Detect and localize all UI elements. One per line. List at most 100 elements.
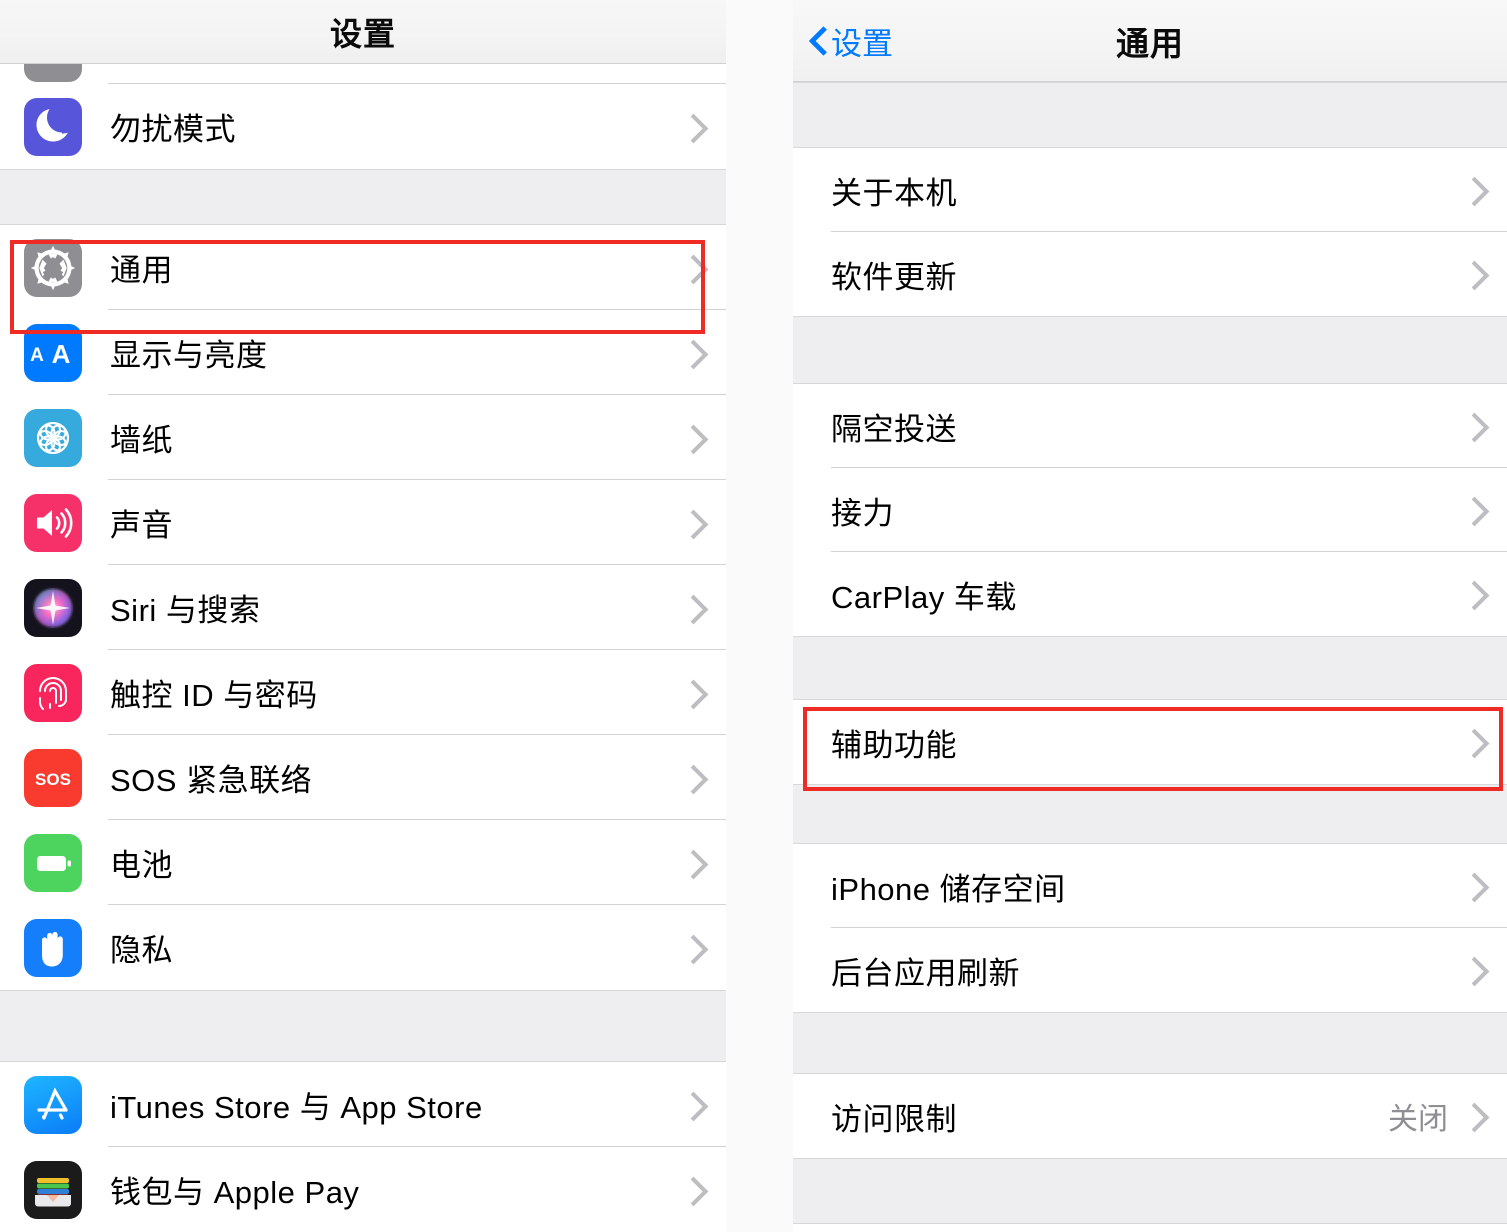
settings-row-itunes-app-store[interactable]: iTunes Store 与 App Store <box>0 1062 726 1147</box>
chevron-right-icon <box>1464 955 1481 985</box>
app-store-icon <box>24 1075 82 1134</box>
moon-icon <box>24 97 82 156</box>
siri-icon <box>24 578 82 637</box>
page-title: 通用 <box>1116 24 1184 62</box>
chevron-right-icon <box>683 508 700 538</box>
sos-icon: SOS <box>24 748 82 807</box>
aa-text-icon: A A <box>24 323 82 382</box>
settings-row-label: 通用 <box>110 253 173 288</box>
list-section-stores: iTunes Store 与 App Store 钱包与 Apple Pay <box>0 1062 726 1232</box>
section-gap <box>793 82 1507 148</box>
svg-text:SOS: SOS <box>35 770 71 789</box>
chevron-right-icon <box>683 933 700 963</box>
chevron-right-icon <box>1464 1101 1481 1131</box>
settings-row-label: SOS 紧急联络 <box>110 763 313 798</box>
general-row-carplay[interactable]: CarPlay 车载 <box>793 552 1507 636</box>
chevron-right-icon <box>683 763 700 793</box>
settings-row-label: 触控 ID 与密码 <box>110 678 318 713</box>
chevron-right-icon <box>1464 411 1481 441</box>
general-row-background-refresh[interactable]: 后台应用刷新 <box>793 928 1507 1012</box>
settings-row-wallpaper[interactable]: 墙纸 <box>0 395 726 480</box>
back-button[interactable]: 设置 <box>811 18 893 63</box>
chevron-right-icon <box>683 678 700 708</box>
general-row-label: 访问限制 <box>831 1101 957 1137</box>
general-row-accessibility[interactable]: 辅助功能 <box>793 700 1507 784</box>
list-section-storage: iPhone 储存空间 后台应用刷新 <box>793 844 1507 1012</box>
chevron-right-icon <box>683 848 700 878</box>
general-navbar: 设置 通用 <box>793 0 1507 82</box>
settings-row-siri[interactable]: Siri 与搜索 <box>0 565 726 650</box>
settings-row-general[interactable]: 通用 <box>0 225 726 310</box>
section-gap <box>793 636 1507 700</box>
settings-row-battery[interactable]: 电池 <box>0 820 726 905</box>
chevron-right-icon <box>683 112 700 142</box>
hand-icon <box>24 918 82 977</box>
settings-row-display[interactable]: A A 显示与亮度 <box>0 310 726 395</box>
section-gap <box>0 990 726 1062</box>
chevron-right-icon <box>683 253 700 283</box>
settings-row-dnd[interactable]: 勿扰模式 <box>0 84 726 169</box>
general-row-label: 接力 <box>831 495 894 531</box>
section-gap <box>793 316 1507 384</box>
dual-settings-screenshot: 设置 勿扰模式 通用 A A 显示与亮度 墙纸 声音 Siri 与搜索 触控 I… <box>0 0 1507 1232</box>
fingerprint-icon <box>24 663 82 722</box>
settings-row-label: 钱包与 Apple Pay <box>110 1175 360 1210</box>
back-button-label: 设置 <box>831 26 893 61</box>
battery-icon <box>24 833 82 892</box>
page-title: 设置 <box>329 15 396 52</box>
chevron-right-icon <box>683 338 700 368</box>
chevron-right-icon <box>683 1175 700 1205</box>
restrictions-status-value: 关闭 <box>1388 1103 1448 1136</box>
settings-row-label: iTunes Store 与 App Store <box>110 1090 483 1125</box>
general-row-airdrop[interactable]: 隔空投送 <box>793 384 1507 468</box>
general-row-handoff[interactable]: 接力 <box>793 468 1507 552</box>
general-row-iphone-storage[interactable]: iPhone 储存空间 <box>793 844 1507 928</box>
chevron-right-icon <box>1464 495 1481 525</box>
settings-root-panel: 设置 勿扰模式 通用 A A 显示与亮度 墙纸 声音 Siri 与搜索 触控 I… <box>0 0 726 1232</box>
general-row-about[interactable]: 关于本机 <box>793 148 1507 232</box>
chevron-right-icon <box>683 593 700 623</box>
speaker-icon <box>24 493 82 552</box>
chevron-right-icon <box>1464 259 1481 289</box>
chevron-right-icon <box>1464 727 1481 757</box>
settings-navbar: 设置 <box>0 0 726 64</box>
settings-row-label: 隐私 <box>110 933 173 968</box>
chevron-right-icon <box>1464 871 1481 901</box>
chevron-right-icon <box>683 1090 700 1120</box>
panel-divider <box>726 0 793 1232</box>
svg-text:A: A <box>30 345 44 366</box>
list-section-main: 通用 A A 显示与亮度 墙纸 声音 Siri 与搜索 触控 ID 与密码 SO… <box>0 225 726 990</box>
settings-row-wallet[interactable]: 钱包与 Apple Pay <box>0 1147 726 1232</box>
general-row-label: CarPlay 车载 <box>831 579 1017 615</box>
wallet-icon <box>24 1160 82 1219</box>
gear-icon <box>24 238 82 297</box>
settings-row-touchid[interactable]: 触控 ID 与密码 <box>0 650 726 735</box>
general-row-software-update[interactable]: 软件更新 <box>793 232 1507 316</box>
section-gap <box>793 784 1507 844</box>
settings-row-label: Siri 与搜索 <box>110 593 261 628</box>
settings-row-sos[interactable]: SOS SOS 紧急联络 <box>0 735 726 820</box>
list-section-connectivity: 隔空投送 接力 CarPlay 车载 <box>793 384 1507 636</box>
svg-text:A: A <box>52 339 71 369</box>
general-settings-panel: 设置 通用 关于本机 软件更新 隔空投送 接力 CarPlay 车载 辅助功能 … <box>793 0 1507 1232</box>
settings-row-sounds[interactable]: 声音 <box>0 480 726 565</box>
chevron-right-icon <box>1464 579 1481 609</box>
general-row-label: 辅助功能 <box>831 727 957 763</box>
general-row-label: 后台应用刷新 <box>831 955 1020 991</box>
settings-row-privacy[interactable]: 隐私 <box>0 905 726 990</box>
chevron-right-icon <box>1464 175 1481 205</box>
settings-row-label: 墙纸 <box>110 423 173 458</box>
list-section-device: 关于本机 软件更新 <box>793 148 1507 316</box>
general-row-label: 关于本机 <box>831 175 957 211</box>
list-section-dnd: 勿扰模式 <box>0 84 726 169</box>
list-section-accessibility: 辅助功能 <box>793 700 1507 784</box>
flower-icon <box>24 408 82 467</box>
section-gap <box>0 169 726 225</box>
settings-row-label: 声音 <box>110 508 173 543</box>
settings-row-label: 电池 <box>110 848 173 883</box>
partial-row-above <box>0 64 726 84</box>
general-row-label: 隔空投送 <box>831 411 957 447</box>
chevron-left-icon <box>811 27 826 54</box>
list-section-restrictions: 访问限制 关闭 <box>793 1074 1507 1158</box>
general-row-restrictions[interactable]: 访问限制 关闭 <box>793 1074 1507 1158</box>
